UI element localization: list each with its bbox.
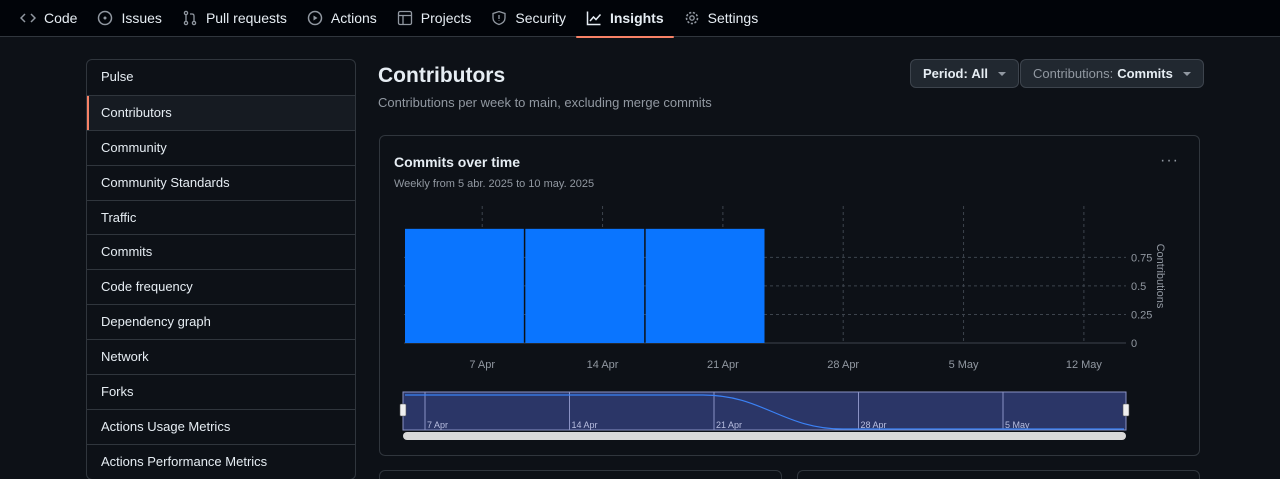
sidebar-item-code-frequency[interactable]: Code frequency: [87, 269, 355, 304]
y-axis-title: Contributions: [1154, 244, 1166, 309]
sidebar-item-community[interactable]: Community: [87, 129, 355, 165]
tab-actions[interactable]: Actions: [297, 0, 387, 37]
sidebar-item-contributors[interactable]: Contributors: [87, 94, 355, 130]
sidebar-item-dependency-graph[interactable]: Dependency graph: [87, 304, 355, 339]
sidebar-item-actions-usage-metrics[interactable]: Actions Usage Metrics: [87, 408, 355, 444]
tab-label: Code: [44, 10, 78, 26]
commits-over-time-card: Commits over time Weekly from 5 abr. 202…: [379, 135, 1200, 456]
tab-settings[interactable]: Settings: [674, 0, 769, 37]
sidebar-item-commits[interactable]: Commits: [87, 234, 355, 269]
chevron-down-icon: [1182, 71, 1191, 76]
navigator-left-handle[interactable]: [399, 403, 407, 417]
contributions-label: Contributions:: [1033, 66, 1114, 81]
contributions-dropdown-button[interactable]: Contributions: Commits: [1020, 59, 1204, 88]
tab-pull-requests[interactable]: Pull requests: [172, 0, 297, 37]
tab-security[interactable]: Security: [481, 0, 576, 37]
tab-label: Issues: [121, 10, 162, 26]
tab-issues[interactable]: Issues: [87, 0, 171, 37]
tab-label: Actions: [330, 10, 377, 26]
page-subtitle: Contributions per week to main, excludin…: [378, 95, 712, 110]
secondary-card-left: [379, 470, 782, 479]
navigator-label: 14 Apr: [572, 420, 598, 430]
contributions-value: Commits: [1117, 66, 1173, 81]
period-dropdown-button[interactable]: Period: All: [910, 59, 1020, 88]
chart-bar[interactable]: [645, 228, 765, 343]
secondary-card-right: [797, 470, 1200, 479]
pull-request-icon: [182, 10, 198, 26]
commits-chart: 7 Apr 14 Apr 21 Apr 28 Apr 5 May 12 May 0 0.25 0…: [399, 206, 1166, 440]
tab-label: Settings: [707, 10, 759, 26]
navigator-label: 7 Apr: [427, 420, 448, 430]
play-icon: [307, 10, 323, 26]
code-icon: [19, 10, 37, 26]
x-tick-label: 28 Apr: [827, 359, 859, 371]
sidebar-item-forks[interactable]: Forks: [87, 374, 355, 409]
sidebar-item-pulse[interactable]: Pulse: [87, 60, 355, 95]
period-value: All: [971, 66, 989, 81]
tab-label: Insights: [609, 10, 664, 26]
y-tick-label: 0: [1131, 338, 1137, 350]
tab-projects[interactable]: Projects: [387, 0, 482, 37]
shield-icon: [491, 10, 507, 26]
table-icon: [397, 10, 413, 26]
tab-label: Security: [515, 10, 566, 26]
x-tick-label: 21 Apr: [707, 359, 739, 371]
x-tick-label: 14 Apr: [587, 359, 619, 371]
x-tick-label: 5 May: [949, 359, 979, 371]
tab-code[interactable]: Code: [10, 0, 87, 37]
repo-nav: Code Issues Pull requests Actions Projects Se…: [0, 0, 1280, 38]
chart-bar[interactable]: [405, 228, 524, 343]
navigator-scrollbar[interactable]: [403, 432, 1126, 440]
x-tick-label: 12 May: [1066, 359, 1103, 371]
chevron-down-icon: [998, 71, 1007, 76]
page-title: Contributors: [378, 64, 506, 87]
navigator-label: 21 Apr: [716, 420, 742, 430]
sidebar-item-traffic[interactable]: Traffic: [87, 199, 355, 235]
tab-insights[interactable]: Insights: [575, 0, 674, 38]
graph-icon: [586, 10, 602, 26]
chart-bar[interactable]: [525, 228, 645, 343]
gear-icon: [684, 10, 700, 26]
issue-icon: [97, 10, 113, 26]
tab-label: Pull requests: [205, 10, 287, 26]
navigator-right-handle[interactable]: [1122, 403, 1130, 417]
period-label: Period:: [923, 66, 968, 81]
insights-sidebar: Pulse Contributors Community Community Stan…: [86, 59, 356, 479]
y-tick-label: 0.75: [1131, 252, 1152, 264]
tab-label: Projects: [420, 10, 472, 26]
sidebar-item-network[interactable]: Network: [87, 339, 355, 374]
y-tick-label: 0.25: [1131, 309, 1152, 321]
y-tick-label: 0.5: [1131, 281, 1146, 293]
sidebar-item-community-standards[interactable]: Community Standards: [87, 164, 355, 200]
x-tick-label: 7 Apr: [469, 359, 495, 371]
sidebar-item-actions-performance-metrics[interactable]: Actions Performance Metrics: [87, 443, 355, 479]
